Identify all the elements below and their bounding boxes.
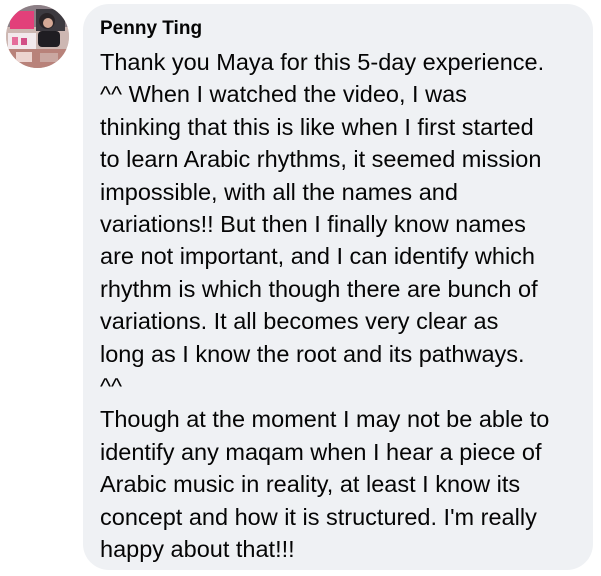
comment-paragraph: Though at the moment I may not be able t…: [100, 403, 579, 565]
comment-line: variations. It all becomes very clear as: [100, 308, 499, 335]
comment-line: thinking that this is like when I first …: [100, 113, 534, 140]
comment-line: to learn Arabic rhythms, it seemed missi…: [100, 146, 542, 173]
avatar-photo: [6, 5, 69, 68]
comment-line: ^^: [100, 373, 123, 400]
comment-line: rhythm is which though there are bunch o…: [100, 275, 538, 302]
comment-line: Though at the moment I may not be able t…: [100, 406, 550, 433]
comment-line: impossible, with all the names and: [100, 178, 458, 205]
avatar[interactable]: [6, 5, 69, 68]
comment-line: variations!! But then I finally know nam…: [100, 211, 526, 238]
comment-line: are not important, and I can identify wh…: [100, 243, 535, 270]
comment: Penny Ting Thank you Maya for this 5-day…: [0, 0, 601, 576]
comment-paragraph: Thank you Maya for this 5-day experience…: [100, 46, 579, 402]
comment-line: happy about that!!!: [100, 536, 295, 563]
comment-line: Thank you Maya for this 5-day experience…: [100, 49, 545, 75]
comment-line: Arabic music in reality, at least I know…: [100, 471, 521, 498]
comment-line: long as I know the root and its pathways…: [100, 340, 525, 367]
comment-line: ^^ When I watched the video, I was: [100, 81, 467, 108]
comment-line: concept and how it is structured. I'm re…: [100, 503, 537, 530]
comment-line: identify any maqam when I hear a piece o…: [100, 438, 542, 465]
comment-bubble: Penny Ting Thank you Maya for this 5-day…: [83, 4, 593, 570]
comment-author[interactable]: Penny Ting: [100, 18, 579, 40]
